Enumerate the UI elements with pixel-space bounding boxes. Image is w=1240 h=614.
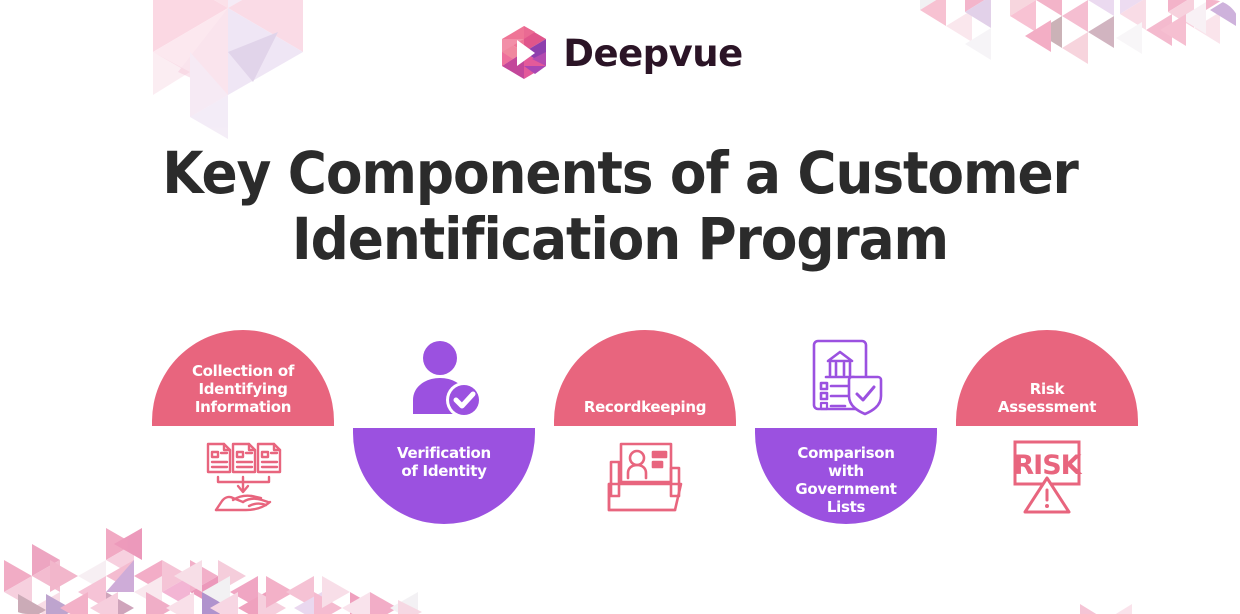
component-label: Comparison with Government Lists bbox=[795, 444, 897, 516]
component-risk-assessment[interactable]: Risk Assessment RISK bbox=[954, 330, 1140, 545]
icon-person-verified bbox=[351, 332, 537, 426]
folder-id-card-icon bbox=[607, 442, 683, 512]
component-recordkeeping[interactable]: Recordkeeping bbox=[552, 330, 738, 545]
documents-to-hand-icon bbox=[206, 442, 282, 512]
deepvue-hexagon-logo-icon bbox=[502, 26, 547, 79]
infographic-canvas: Deepvue Key Components of a Customer Ide… bbox=[0, 0, 1240, 614]
brand-wordmark: Deepvue bbox=[563, 31, 743, 75]
component-comparison-with-government-lists[interactable]: Comparison with Government Lists bbox=[753, 330, 939, 545]
government-checklist-shield-icon bbox=[812, 339, 883, 416]
component-label: Recordkeeping bbox=[583, 398, 707, 416]
risk-sign-text: RISK bbox=[1013, 450, 1082, 481]
icon-folder-id-card bbox=[552, 430, 738, 524]
brand-logo: Deepvue bbox=[0, 24, 1240, 82]
page-title-line-2: Identification Program bbox=[291, 205, 949, 273]
dome-shape-pink-up: Collection of Identifying Information bbox=[152, 330, 334, 426]
page-title: Key Components of a Customer Identificat… bbox=[50, 140, 1191, 272]
dome-shape-purple-down: Verification of Identity bbox=[353, 428, 535, 524]
bottom-right-triangle-accent-decoration bbox=[1080, 604, 1132, 614]
component-label: Collection of Identifying Information bbox=[191, 362, 295, 416]
component-label: Risk Assessment bbox=[997, 380, 1097, 416]
dome-shape-pink-up: Risk Assessment bbox=[956, 330, 1138, 426]
icon-government-checklist-shield bbox=[753, 332, 939, 426]
component-collection-of-identifying-information[interactable]: Collection of Identifying Information bbox=[150, 330, 336, 545]
person-verified-check-icon bbox=[413, 341, 482, 418]
components-row: Collection of Identifying Information Ve… bbox=[150, 330, 1140, 545]
risk-warning-sign-icon: RISK bbox=[1013, 440, 1084, 514]
dome-shape-pink-up: Recordkeeping bbox=[554, 330, 736, 426]
component-verification-of-identity[interactable]: Verification of Identity bbox=[351, 330, 537, 545]
icon-documents-to-hand bbox=[150, 430, 336, 524]
icon-risk-warning-sign: RISK bbox=[954, 430, 1140, 524]
page-title-line-1: Key Components of a Customer bbox=[162, 139, 1079, 207]
dome-shape-purple-down: Comparison with Government Lists bbox=[755, 428, 937, 524]
component-label: Verification of Identity bbox=[397, 444, 491, 480]
